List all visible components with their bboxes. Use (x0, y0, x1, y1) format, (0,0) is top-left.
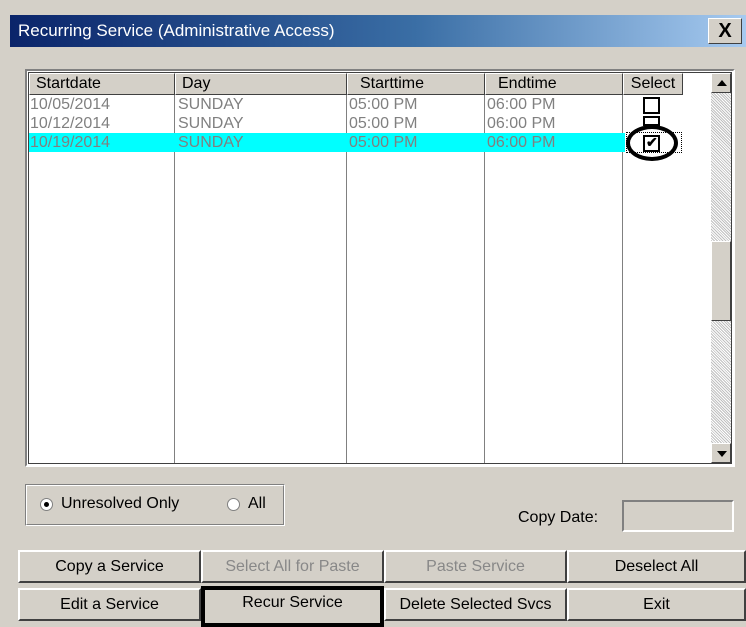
delete-selected-services-button[interactable]: Delete Selected Svcs (384, 588, 567, 621)
table-row[interactable]: 10/05/2014 SUNDAY 05:00 PM 06:00 PM (29, 95, 625, 114)
radio-selected-dot (44, 502, 49, 507)
recur-service-button[interactable]: Recur Service (201, 586, 384, 627)
cell-endtime: 06:00 PM (487, 96, 556, 113)
cell-startdate: 10/19/2014 (30, 134, 111, 151)
filter-radio-group: Unresolved Only All (25, 484, 285, 526)
cell-endtime: 06:00 PM (487, 134, 556, 151)
header-starttime[interactable]: Starttime (347, 73, 485, 95)
chevron-up-icon (717, 80, 727, 86)
vertical-scrollbar[interactable] (711, 73, 731, 463)
title-bar[interactable]: Recurring Service (Administrative Access… (10, 15, 746, 47)
paste-service-button[interactable]: Paste Service (384, 550, 567, 583)
cell-starttime: 05:00 PM (349, 134, 418, 151)
radio-label-unresolved-only[interactable]: Unresolved Only (61, 495, 179, 513)
cell-day: SUNDAY (178, 115, 244, 132)
close-button[interactable]: X (708, 18, 742, 44)
service-grid: Startdate Day Starttime Endtime Select 1… (25, 69, 735, 467)
table-row-selected[interactable]: 10/19/2014 SUNDAY 05:00 PM 06:00 PM (29, 133, 625, 152)
recurring-service-window: Recurring Service (Administrative Access… (0, 0, 746, 627)
header-endtime[interactable]: Endtime (485, 73, 623, 95)
cell-starttime: 05:00 PM (349, 115, 418, 132)
select-checkbox[interactable] (643, 97, 660, 114)
radio-unresolved-only[interactable] (40, 498, 53, 511)
dialog-body: Startdate Day Starttime Endtime Select 1… (10, 47, 746, 627)
cell-day: SUNDAY (178, 96, 244, 113)
window-title: Recurring Service (Administrative Access… (18, 21, 335, 40)
cell-day: SUNDAY (178, 134, 244, 151)
exit-button[interactable]: Exit (567, 588, 746, 621)
annotation-circle (626, 125, 678, 161)
copy-date-label: Copy Date: (518, 509, 599, 526)
copy-date-field[interactable] (622, 500, 734, 532)
close-icon: X (718, 20, 732, 42)
chevron-down-icon (717, 451, 727, 457)
header-select[interactable]: Select (623, 73, 683, 95)
deselect-all-button[interactable]: Deselect All (567, 550, 746, 583)
header-day[interactable]: Day (175, 73, 347, 95)
radio-all[interactable] (227, 498, 240, 511)
edit-service-button[interactable]: Edit a Service (18, 588, 201, 621)
grid-inner: Startdate Day Starttime Endtime Select 1… (28, 72, 732, 464)
select-all-for-paste-button[interactable]: Select All for Paste (201, 550, 384, 583)
table-row[interactable]: 10/12/2014 SUNDAY 05:00 PM 06:00 PM (29, 114, 625, 133)
cell-starttime: 05:00 PM (349, 96, 418, 113)
cell-startdate: 10/05/2014 (30, 96, 111, 113)
cell-endtime: 06:00 PM (487, 115, 556, 132)
header-startdate[interactable]: Startdate (29, 73, 175, 95)
scroll-thumb[interactable] (711, 241, 731, 321)
radio-label-all[interactable]: All (248, 495, 266, 513)
cell-startdate: 10/12/2014 (30, 115, 111, 132)
scroll-up-button[interactable] (711, 73, 731, 93)
copy-service-button[interactable]: Copy a Service (18, 550, 201, 583)
scroll-down-button[interactable] (711, 443, 731, 463)
